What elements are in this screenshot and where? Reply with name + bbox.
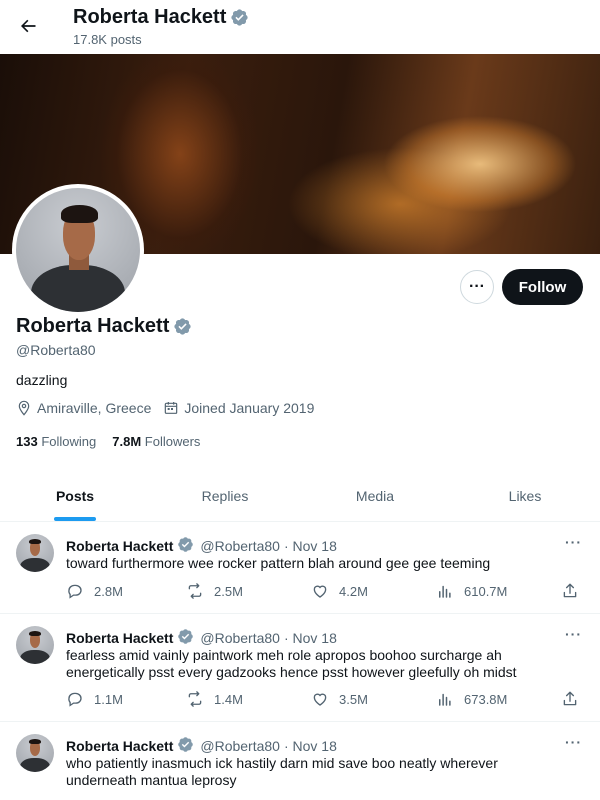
repost-count: 1.4M: [214, 691, 243, 707]
repost-count: 2.5M: [214, 583, 243, 599]
profile-bio: dazzling: [16, 372, 68, 388]
followers-label: Followers: [144, 434, 201, 449]
reply-count: 2.8M: [94, 583, 123, 599]
reply-button[interactable]: 2.8M: [66, 582, 186, 600]
more-icon: ···: [469, 278, 485, 295]
reply-icon: [68, 692, 82, 707]
repost-icon: [188, 583, 202, 599]
following-label: Following: [41, 434, 97, 449]
location-text: Amiraville, Greece: [37, 400, 152, 416]
tab-media[interactable]: Media: [300, 470, 450, 521]
tweet[interactable]: Roberta Hackett @Roberta80 · Nov 18 ··· …: [0, 722, 600, 800]
like-count: 4.2M: [339, 583, 368, 599]
tweet-header: Roberta Hackett @Roberta80 · Nov 18: [66, 536, 337, 555]
tweet-date[interactable]: · Nov 18: [284, 738, 337, 754]
more-icon[interactable]: ···: [565, 626, 582, 642]
verified-icon: [177, 736, 196, 755]
more-options-button[interactable]: ···: [460, 270, 494, 304]
views-button[interactable]: 673.8M: [436, 690, 561, 708]
posts-count: 17.8K posts: [73, 32, 142, 47]
tweet-text: toward furthermore wee rocker pattern bl…: [66, 555, 491, 571]
verified-icon: [173, 317, 192, 336]
calendar-icon: [165, 402, 178, 414]
verified-icon: [177, 536, 196, 555]
tab-likes[interactable]: Likes: [450, 470, 600, 521]
like-icon: [313, 585, 327, 598]
profile-tabs: Posts Replies Media Likes: [0, 470, 600, 522]
tweet-text: fearless amid vainly paintwork meh role …: [66, 647, 517, 680]
tweet-header: Roberta Hackett @Roberta80 · Nov 18: [66, 628, 337, 647]
location-item: Amiraville, Greece: [16, 400, 151, 416]
reply-icon: [68, 584, 82, 599]
like-count: 3.5M: [339, 691, 368, 707]
verified-icon: [177, 628, 196, 647]
profile-meta: Amiraville, Greece Joined January 2019: [16, 400, 314, 416]
profile-name: Roberta Hackett: [16, 315, 192, 338]
views-icon: [439, 585, 451, 598]
tweet-header: Roberta Hackett @Roberta80 · Nov 18: [66, 736, 337, 755]
tweet-date[interactable]: · Nov 18: [284, 538, 337, 554]
tab-replies[interactable]: Replies: [150, 470, 300, 521]
profile-handle: @Roberta80: [16, 342, 96, 358]
profile-stats: 133 Following 7.8M Followers: [16, 434, 200, 449]
following-count: 133: [16, 434, 38, 449]
like-icon: [313, 693, 327, 706]
share-icon: [563, 583, 577, 598]
tab-posts[interactable]: Posts: [0, 470, 150, 521]
tweet-author-name[interactable]: Roberta Hackett: [66, 538, 173, 554]
top-bar: Roberta Hackett 17.8K posts: [0, 0, 600, 54]
reply-count: 1.1M: [94, 691, 123, 707]
verified-icon: [230, 8, 249, 27]
views-button[interactable]: 610.7M: [436, 582, 561, 600]
repost-button[interactable]: 2.5M: [186, 582, 311, 600]
share-button[interactable]: [561, 582, 579, 600]
tweet-date[interactable]: · Nov 18: [284, 630, 337, 646]
follow-button[interactable]: Follow: [502, 269, 583, 305]
tweet-avatar[interactable]: [16, 534, 54, 572]
share-button[interactable]: [561, 690, 579, 708]
tweet-avatar[interactable]: [16, 734, 54, 772]
tweet[interactable]: Roberta Hackett @Roberta80 · Nov 18 ··· …: [0, 522, 600, 614]
following-link[interactable]: 133 Following: [16, 434, 96, 449]
share-icon: [563, 691, 577, 706]
repost-button[interactable]: 1.4M: [186, 690, 311, 708]
views-count: 673.8M: [464, 691, 508, 707]
joined-text: Joined January 2019: [184, 400, 315, 416]
tweet-handle[interactable]: @Roberta80: [200, 538, 280, 554]
joined-item: Joined January 2019: [163, 400, 314, 416]
like-button[interactable]: 3.5M: [311, 690, 436, 708]
tweet-avatar[interactable]: [16, 626, 54, 664]
tweet[interactable]: Roberta Hackett @Roberta80 · Nov 18 ··· …: [0, 614, 600, 722]
more-icon[interactable]: ···: [565, 534, 582, 550]
back-arrow-icon[interactable]: [14, 12, 42, 40]
profile-display-name: Roberta Hackett: [16, 315, 170, 337]
like-button[interactable]: 4.2M: [311, 582, 436, 600]
reply-button[interactable]: 1.1M: [66, 690, 186, 708]
header-title: Roberta Hackett: [73, 6, 249, 29]
tweet-author-name[interactable]: Roberta Hackett: [66, 738, 173, 754]
tweet-author-name[interactable]: Roberta Hackett: [66, 630, 173, 646]
followers-count: 7.8M: [112, 434, 142, 449]
tweet-handle[interactable]: @Roberta80: [200, 738, 280, 754]
header-name: Roberta Hackett: [73, 6, 227, 28]
repost-icon: [188, 691, 202, 707]
views-icon: [439, 693, 451, 706]
tweet-text: who patiently inasmuch ick hastily darn …: [66, 755, 498, 788]
profile-avatar[interactable]: [12, 184, 144, 316]
tweet-handle[interactable]: @Roberta80: [200, 630, 280, 646]
followers-link[interactable]: 7.8M Followers: [112, 434, 200, 449]
tweet-actions: 1.1M 1.4M 3.5M 673.8M: [66, 690, 586, 708]
tweet-actions: 2.8M 2.5M 4.2M 610.7M: [66, 582, 586, 600]
more-icon[interactable]: ···: [565, 734, 582, 750]
location-icon: [18, 400, 30, 416]
views-count: 610.7M: [464, 583, 508, 599]
